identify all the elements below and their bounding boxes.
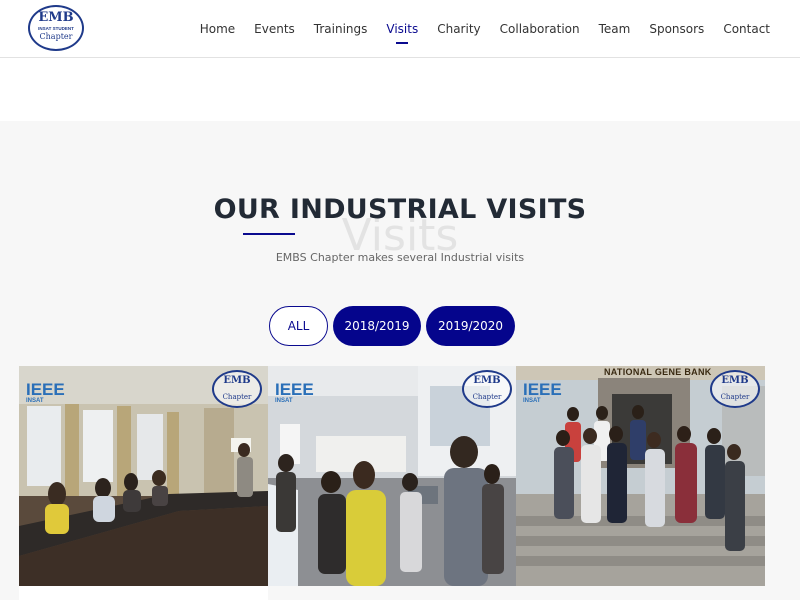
logo-text-emb: EMB xyxy=(38,10,74,25)
nav-trainings[interactable]: Trainings xyxy=(314,22,368,36)
nav-events[interactable]: Events xyxy=(254,22,295,36)
watermark-text-emb: EMB xyxy=(473,375,501,386)
logo-text-chapter: Chapter xyxy=(39,32,73,41)
section-subtitle: EMBS Chapter makes several Industrial vi… xyxy=(275,251,525,264)
emb-watermark-logo: EMB Chapter xyxy=(462,370,512,408)
ieee-logo-subtext: INSAT xyxy=(523,398,541,404)
header-spacer xyxy=(0,58,800,121)
gallery-card-caption-area xyxy=(19,586,268,600)
ieee-logo: IEEE INSAT xyxy=(275,380,314,405)
emb-watermark-logo: EMB Chapter xyxy=(710,370,760,408)
ieee-logo-text: IEEE xyxy=(275,380,314,399)
ieee-logo: IEEE INSAT xyxy=(26,380,65,405)
filter-2019-2020-button[interactable]: 2019/2020 xyxy=(426,306,515,346)
navbar: EMB INSAT STUDENT Chapter Home Events Tr… xyxy=(0,0,800,58)
filter-2018-2019-button[interactable]: 2018/2019 xyxy=(333,306,421,346)
emb-watermark-logo: EMB Chapter xyxy=(212,370,262,408)
ieee-logo-text: IEEE xyxy=(26,380,65,399)
nav-visits[interactable]: Visits xyxy=(386,22,418,36)
nav-contact[interactable]: Contact xyxy=(723,22,770,36)
watermark-text-chapter: Chapter xyxy=(472,393,502,401)
national-gene-bank-sign: NATIONAL GENE BANK xyxy=(604,367,712,377)
gallery-photo-meeting-room[interactable]: IEEE INSAT EMB Chapter xyxy=(19,366,268,586)
nav-collaboration[interactable]: Collaboration xyxy=(500,22,580,36)
watermark-text-chapter: Chapter xyxy=(222,393,252,401)
watermark-text-emb: EMB xyxy=(223,375,251,386)
watermark-text-chapter: Chapter xyxy=(720,393,750,401)
watermark-text-emb: EMB xyxy=(721,375,749,386)
main-nav: Home Events Trainings Visits Charity Col… xyxy=(181,0,770,58)
section-title: OUR INDUSTRIAL VISITS xyxy=(213,194,587,225)
nav-home[interactable]: Home xyxy=(200,22,235,36)
gallery-photo-group[interactable]: NATIONAL GENE BANK IEEE INSAT EMB Chapter xyxy=(516,366,765,586)
nav-charity[interactable]: Charity xyxy=(437,22,480,36)
site-logo[interactable]: EMB INSAT STUDENT Chapter xyxy=(28,5,84,51)
filter-all-button[interactable]: ALL xyxy=(269,306,328,346)
nav-sponsors[interactable]: Sponsors xyxy=(649,22,704,36)
gallery-photo-laboratory[interactable]: IEEE INSAT EMB Chapter xyxy=(268,366,516,586)
ieee-logo: IEEE INSAT xyxy=(523,380,562,405)
nav-team[interactable]: Team xyxy=(599,22,631,36)
ieee-logo-subtext: INSAT xyxy=(275,398,293,404)
title-underline xyxy=(243,233,295,235)
ieee-logo-text: IEEE xyxy=(523,380,562,399)
ieee-logo-subtext: INSAT xyxy=(26,398,44,404)
